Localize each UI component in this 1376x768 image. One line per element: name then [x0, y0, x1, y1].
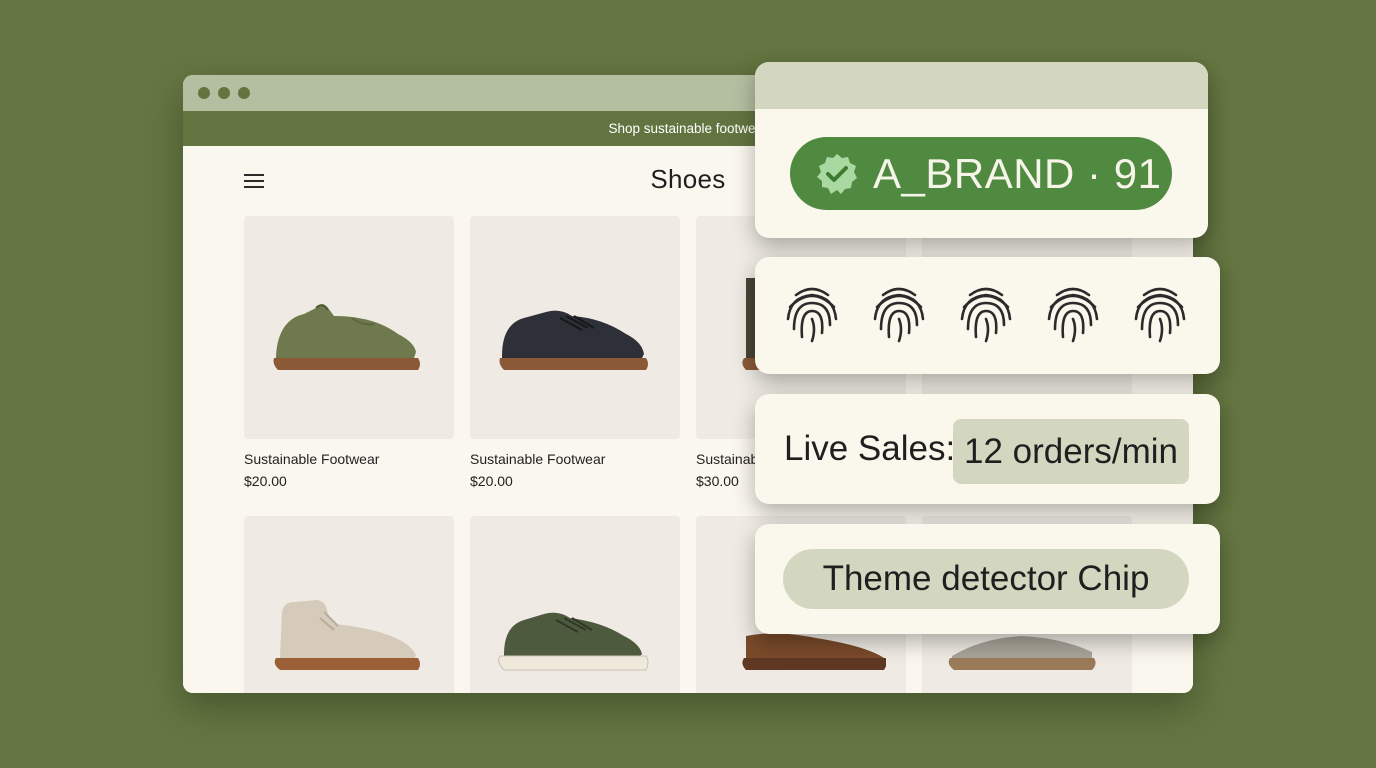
theme-detector-panel: Theme detector Chip	[755, 524, 1220, 634]
product-image[interactable]	[244, 216, 454, 439]
fingerprint-icon[interactable]	[1130, 285, 1190, 345]
product-price: $20.00	[244, 473, 287, 489]
product-image[interactable]	[244, 516, 454, 693]
product-name[interactable]: Sustainable Footwear	[470, 451, 605, 467]
chukka-shoe-image	[274, 600, 420, 670]
hamburger-menu-icon[interactable]	[244, 173, 264, 189]
brand-badge-panel: A_BRAND · 91	[755, 62, 1208, 238]
live-sales-panel: Live Sales: 12 orders/min	[755, 394, 1220, 504]
fingerprint-icon[interactable]	[869, 285, 929, 345]
sneaker-shoe-image	[498, 612, 649, 671]
slip-on-shoe-image	[273, 304, 420, 370]
product-price: $30.00	[696, 473, 739, 489]
panel-header	[755, 62, 1208, 109]
sneaker-shoe-image	[499, 310, 648, 370]
product-name[interactable]: Sustainable Footwear	[244, 451, 379, 467]
product-name[interactable]: Sustainab	[696, 451, 758, 467]
product-image[interactable]	[470, 516, 680, 693]
fingerprint-panel	[755, 257, 1220, 374]
verified-check-icon	[817, 154, 857, 194]
brand-score-text: A_BRAND · 91	[873, 150, 1162, 197]
window-maximize-button[interactable]	[238, 87, 250, 99]
product-image[interactable]	[470, 216, 680, 439]
brand-score-chip[interactable]: A_BRAND · 91	[790, 137, 1172, 210]
fingerprint-icon[interactable]	[782, 285, 842, 345]
window-minimize-button[interactable]	[218, 87, 230, 99]
window-close-button[interactable]	[198, 87, 210, 99]
product-price: $20.00	[470, 473, 513, 489]
fingerprint-icon[interactable]	[956, 285, 1016, 345]
theme-detector-chip[interactable]: Theme detector Chip	[783, 549, 1189, 609]
live-sales-label: Live Sales:	[784, 429, 956, 468]
live-sales-value: 12 orders/min	[953, 419, 1189, 484]
fingerprint-icon[interactable]	[1043, 285, 1103, 345]
